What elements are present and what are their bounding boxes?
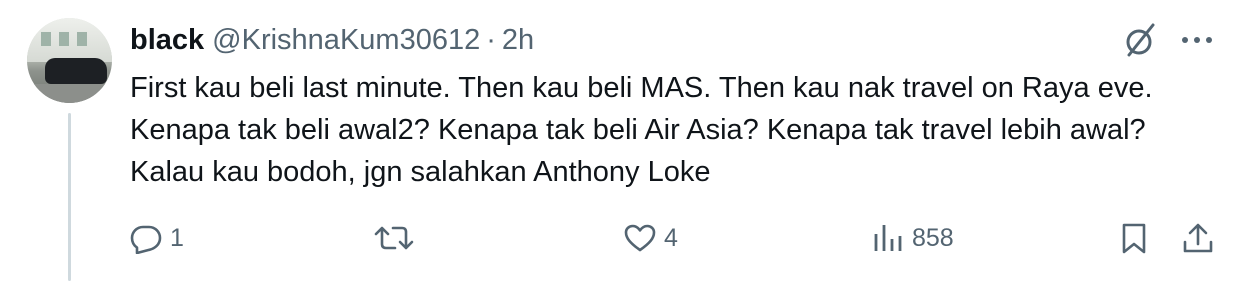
- display-name[interactable]: black: [130, 24, 204, 57]
- retweet-icon: [374, 226, 414, 250]
- more-icon[interactable]: [1180, 27, 1214, 53]
- grok-icon[interactable]: [1123, 22, 1159, 58]
- reply-count: 1: [170, 223, 184, 252]
- like-icon: [624, 224, 656, 252]
- views-button[interactable]: 858: [872, 220, 954, 256]
- avatar-car: [45, 58, 107, 84]
- like-count: 4: [664, 223, 678, 252]
- avatar[interactable]: [27, 18, 112, 103]
- bookmark-icon: [1122, 223, 1146, 254]
- avatar-background: [27, 18, 112, 62]
- view-count: 858: [912, 223, 954, 252]
- reply-icon: [130, 225, 162, 254]
- views-icon: [874, 225, 902, 251]
- avatar-window: [59, 32, 69, 46]
- share-icon: [1183, 223, 1213, 253]
- tweet-text: First kau beli last minute. Then kau bel…: [130, 72, 1153, 188]
- separator-dot: ·: [486, 23, 496, 56]
- thread-line: [68, 113, 71, 281]
- avatar-road: [27, 84, 112, 103]
- retweet-button[interactable]: [374, 220, 422, 256]
- bookmark-button[interactable]: [1118, 220, 1150, 256]
- avatar-window: [77, 32, 87, 46]
- tweet-header: black @KrishnaKum30612 · 2h: [130, 22, 534, 58]
- user-handle[interactable]: @KrishnaKum30612: [212, 24, 480, 57]
- share-button[interactable]: [1182, 220, 1214, 256]
- like-button[interactable]: 4: [624, 220, 678, 256]
- avatar-window: [41, 32, 51, 46]
- timestamp[interactable]: 2h: [502, 24, 534, 57]
- reply-button[interactable]: 1: [130, 220, 184, 256]
